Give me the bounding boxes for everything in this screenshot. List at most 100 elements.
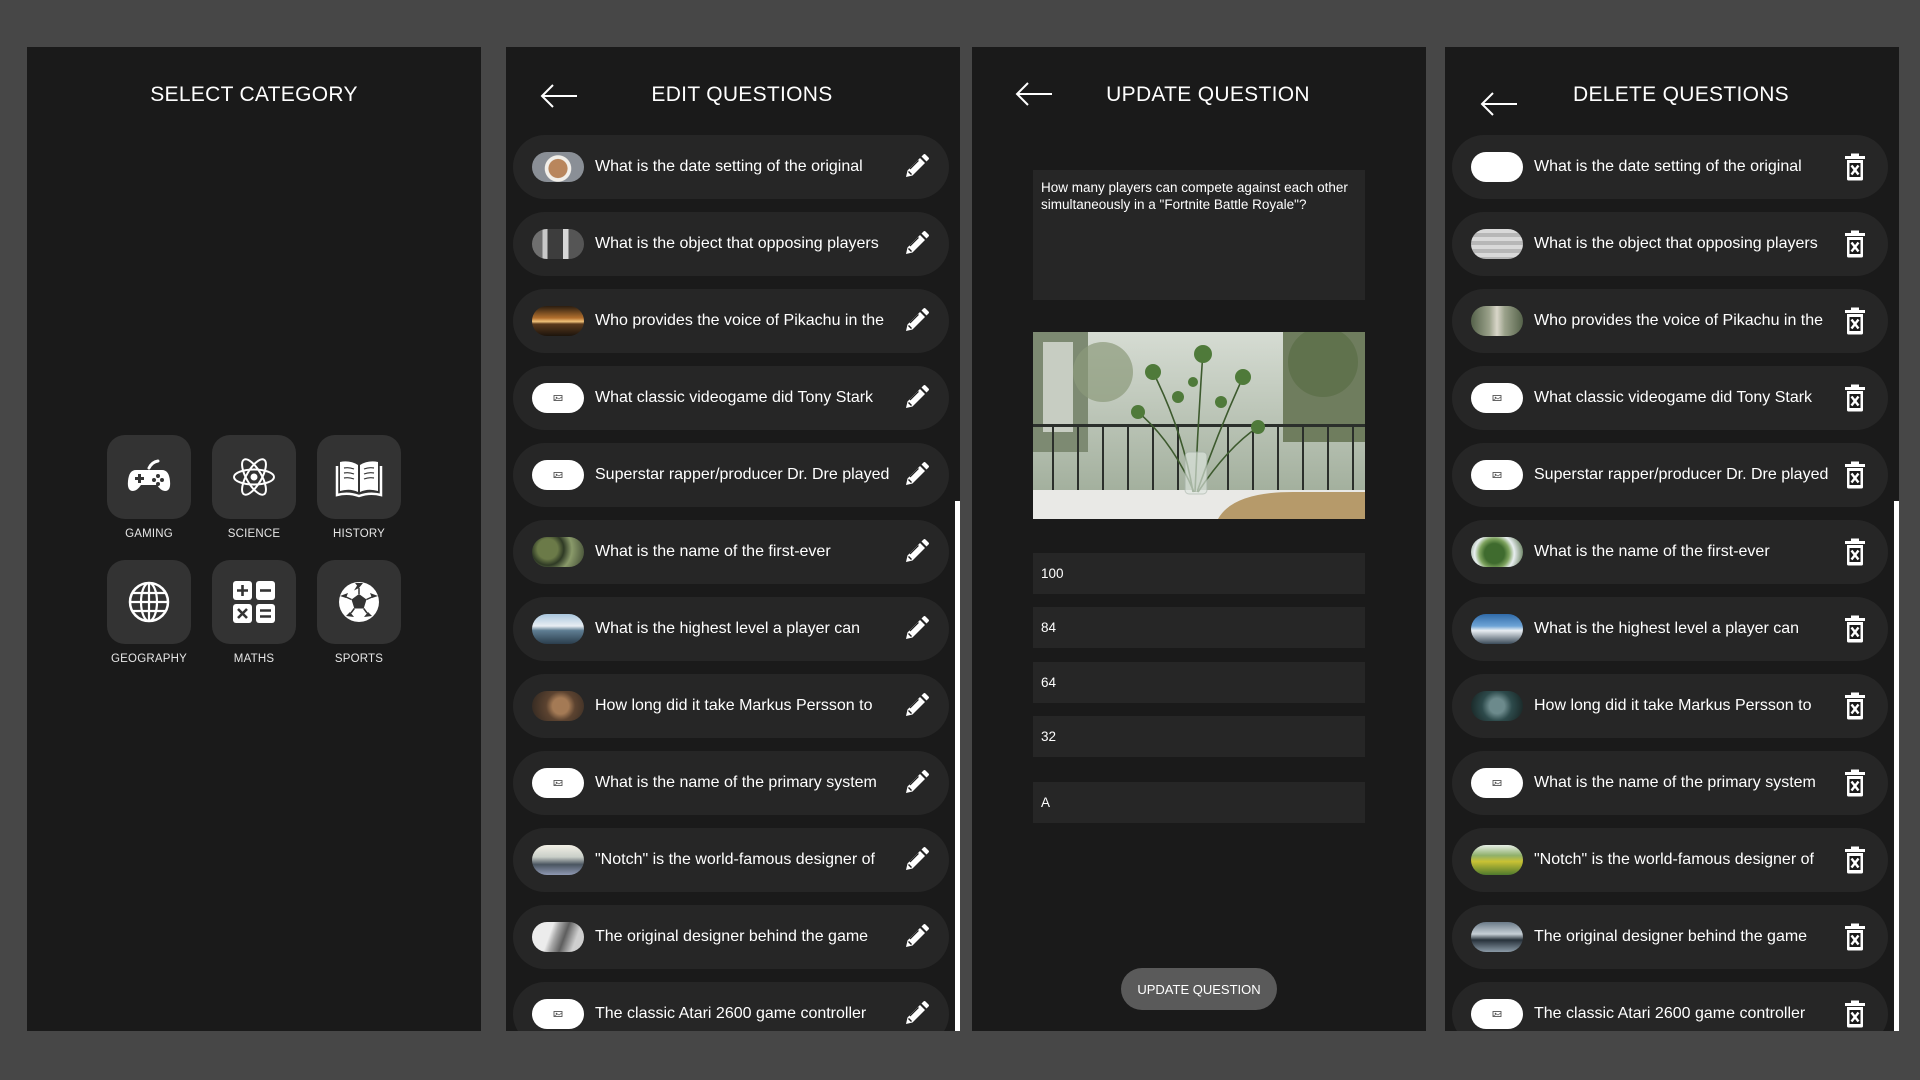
- category-label: MATHS: [233, 653, 275, 665]
- list-item[interactable]: Superstar rapper/producer Dr. Dre played: [513, 443, 949, 507]
- list-item[interactable]: What is the highest level a player can: [1452, 597, 1888, 661]
- pencil-icon[interactable]: [901, 922, 931, 952]
- calculator-icon: [233, 581, 275, 623]
- page-title: UPDATE QUESTION: [1106, 83, 1310, 106]
- option-c-field[interactable]: [1033, 662, 1365, 703]
- pencil-icon[interactable]: [901, 999, 931, 1029]
- list-item[interactable]: What classic videogame did Tony Stark: [1452, 366, 1888, 430]
- update-question-button[interactable]: UPDATE QUESTION: [1121, 968, 1277, 1010]
- trash-icon[interactable]: [1840, 691, 1870, 721]
- pencil-icon[interactable]: [901, 537, 931, 567]
- list-item[interactable]: What is the date setting of the original: [1452, 135, 1888, 199]
- category-gaming[interactable]: GAMING: [107, 435, 191, 540]
- category-tile[interactable]: [317, 435, 401, 519]
- category-science[interactable]: SCIENCE: [212, 435, 296, 540]
- image-placeholder: [1471, 152, 1523, 182]
- trash-icon[interactable]: [1840, 614, 1870, 644]
- answer-field[interactable]: [1033, 782, 1365, 823]
- back-button[interactable]: [1477, 89, 1521, 119]
- list-item[interactable]: What is the name of the first-ever: [513, 520, 949, 584]
- pencil-icon[interactable]: [901, 383, 931, 413]
- scrollbar-thumb[interactable]: [1894, 501, 1899, 1031]
- question-text-field[interactable]: How many players can compete against eac…: [1033, 170, 1365, 300]
- scrollbar-thumb[interactable]: [955, 501, 960, 1031]
- question-thumbnail: [1471, 306, 1523, 336]
- pencil-icon[interactable]: [901, 845, 931, 875]
- list-item[interactable]: "Notch" is the world-famous designer of: [1452, 828, 1888, 892]
- list-item[interactable]: What is the name of the first-ever: [1452, 520, 1888, 584]
- category-geography[interactable]: GEOGRAPHY: [107, 560, 191, 665]
- pencil-icon[interactable]: [901, 460, 931, 490]
- category-tile[interactable]: [107, 560, 191, 644]
- category-tile[interactable]: [107, 435, 191, 519]
- trash-icon[interactable]: [1840, 460, 1870, 490]
- category-sports[interactable]: SPORTS: [317, 560, 401, 665]
- trash-icon[interactable]: [1840, 845, 1870, 875]
- question-thumbnail: [1471, 614, 1523, 644]
- pencil-icon[interactable]: [901, 614, 931, 644]
- list-item[interactable]: What is the object that opposing players: [1452, 212, 1888, 276]
- question-thumbnail: [532, 229, 584, 259]
- list-item[interactable]: "Notch" is the world-famous designer of: [513, 828, 949, 892]
- atom-icon: [233, 458, 275, 496]
- list-item[interactable]: How long did it take Markus Persson to: [1452, 674, 1888, 738]
- list-item[interactable]: What is the name of the primary system: [513, 751, 949, 815]
- category-tile[interactable]: [317, 560, 401, 644]
- list-item[interactable]: What is the object that opposing players: [513, 212, 949, 276]
- pencil-icon[interactable]: [901, 229, 931, 259]
- question-thumbnail: [532, 845, 584, 875]
- trash-icon[interactable]: [1840, 229, 1870, 259]
- question-text: What classic videogame did Tony Stark: [1534, 389, 1813, 406]
- question-text: The original designer behind the game: [1534, 928, 1808, 945]
- arrow-left-icon: [537, 81, 581, 111]
- trash-icon[interactable]: [1840, 537, 1870, 567]
- list-item[interactable]: The original designer behind the game: [513, 905, 949, 969]
- trash-icon[interactable]: [1840, 152, 1870, 182]
- image-placeholder: [1471, 768, 1523, 798]
- list-item[interactable]: Who provides the voice of Pikachu in the: [1452, 289, 1888, 353]
- pencil-icon[interactable]: [901, 768, 931, 798]
- back-button[interactable]: [537, 81, 581, 111]
- question-thumbnail: [532, 614, 584, 644]
- question-text: Who provides the voice of Pikachu in the: [595, 312, 885, 329]
- trash-icon[interactable]: [1840, 999, 1870, 1029]
- question-text: What is the object that opposing players: [595, 235, 879, 252]
- category-tile[interactable]: [212, 560, 296, 644]
- list-item[interactable]: What classic videogame did Tony Stark: [513, 366, 949, 430]
- list-item[interactable]: What is the name of the primary system: [1452, 751, 1888, 815]
- arrow-left-icon: [1012, 79, 1056, 109]
- question-list: What is the date setting of the original…: [1452, 135, 1888, 1031]
- pencil-icon[interactable]: [901, 152, 931, 182]
- trash-icon[interactable]: [1840, 922, 1870, 952]
- list-item[interactable]: What is the highest level a player can: [513, 597, 949, 661]
- category-label: GAMING: [125, 528, 173, 540]
- trash-icon[interactable]: [1840, 383, 1870, 413]
- question-text: "Notch" is the world-famous designer of: [1534, 851, 1814, 868]
- back-button[interactable]: [1012, 79, 1056, 109]
- pencil-icon[interactable]: [901, 691, 931, 721]
- list-item[interactable]: What is the date setting of the original: [513, 135, 949, 199]
- question-thumbnail: [1471, 229, 1523, 259]
- pencil-icon[interactable]: [901, 306, 931, 336]
- book-icon: [335, 461, 383, 498]
- image-placeholder-icon: [553, 471, 563, 479]
- list-item[interactable]: The original designer behind the game: [1452, 905, 1888, 969]
- category-maths[interactable]: MATHS: [212, 560, 296, 665]
- image-placeholder: [1471, 999, 1523, 1029]
- option-b-field[interactable]: [1033, 607, 1365, 648]
- list-item[interactable]: Who provides the voice of Pikachu in the: [513, 289, 949, 353]
- trash-icon[interactable]: [1840, 768, 1870, 798]
- page-title: EDIT QUESTIONS: [651, 83, 833, 106]
- question-text: How long did it take Markus Persson to: [1534, 697, 1812, 714]
- list-item[interactable]: The classic Atari 2600 game controller: [513, 982, 949, 1031]
- trash-icon[interactable]: [1840, 306, 1870, 336]
- option-d-field[interactable]: [1033, 716, 1365, 757]
- question-image[interactable]: [1033, 332, 1365, 519]
- list-item[interactable]: Superstar rapper/producer Dr. Dre played: [1452, 443, 1888, 507]
- list-item[interactable]: The classic Atari 2600 game controller: [1452, 982, 1888, 1031]
- category-history[interactable]: HISTORY: [317, 435, 401, 540]
- image-placeholder-icon: [1492, 1010, 1502, 1018]
- list-item[interactable]: How long did it take Markus Persson to: [513, 674, 949, 738]
- category-tile[interactable]: [212, 435, 296, 519]
- option-a-field[interactable]: [1033, 553, 1365, 594]
